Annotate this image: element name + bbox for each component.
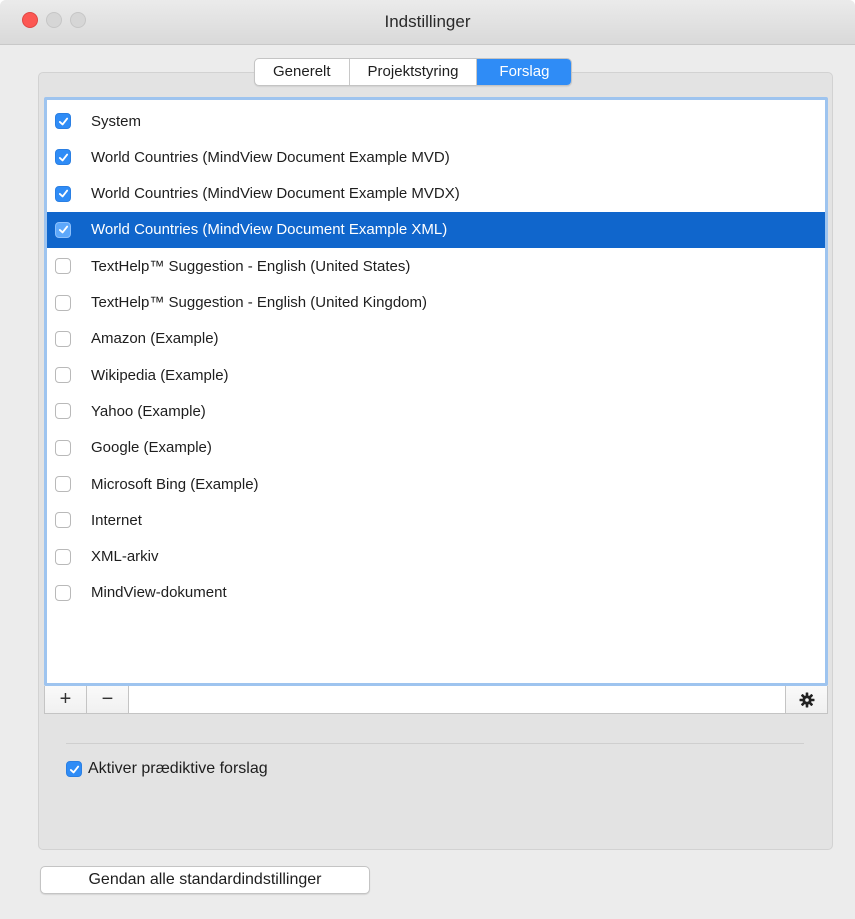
source-list-item[interactable]: Microsoft Bing (Example): [47, 466, 825, 502]
source-list-item[interactable]: Amazon (Example): [47, 321, 825, 357]
source-label: Amazon (Example): [91, 330, 219, 348]
source-label: Google (Example): [91, 439, 212, 457]
source-checkbox[interactable]: [55, 476, 71, 492]
source-label: Wikipedia (Example): [91, 366, 229, 384]
source-settings-button[interactable]: [785, 686, 827, 713]
source-list-item[interactable]: XML-arkiv: [47, 539, 825, 575]
source-list-item[interactable]: Yahoo (Example): [47, 393, 825, 429]
source-checkbox[interactable]: [55, 367, 71, 384]
source-checkbox[interactable]: [55, 512, 71, 529]
source-list-item[interactable]: Google (Example): [47, 430, 825, 466]
source-checkbox[interactable]: [55, 330, 71, 347]
title-bar: Indstillinger: [0, 0, 855, 45]
source-list-item[interactable]: World Countries (MindView Document Examp…: [47, 211, 825, 248]
source-list-item[interactable]: Internet: [47, 502, 825, 538]
source-checkbox[interactable]: [55, 403, 71, 420]
source-label: XML-arkiv: [91, 548, 159, 566]
source-list-item[interactable]: World Countries (MindView Document Examp…: [47, 176, 825, 212]
checkmark-icon: [69, 765, 79, 773]
checkmark-icon: [58, 117, 68, 125]
checkmark-icon: [58, 189, 68, 198]
source-checkbox[interactable]: [55, 113, 71, 129]
source-label: Internet: [91, 511, 142, 529]
source-checkbox[interactable]: [55, 439, 71, 456]
predictive-suggestions-checkbox[interactable]: [66, 761, 82, 777]
source-label: World Countries (MindView Document Examp…: [91, 221, 448, 239]
tab-projektstyring[interactable]: Projektstyring: [350, 59, 478, 85]
source-list-item[interactable]: TextHelp™ Suggestion - English (United S…: [47, 248, 825, 284]
gear-icon: [799, 692, 814, 707]
source-checkbox[interactable]: [55, 221, 71, 238]
tab-bar: Generelt Projektstyring Forslag: [254, 58, 573, 86]
restore-defaults-button[interactable]: Gendan alle standardindstillinger: [40, 866, 370, 894]
source-label: Yahoo (Example): [91, 402, 206, 420]
predictive-suggestions-label: Aktiver prædiktive forslag: [88, 760, 268, 777]
source-label: World Countries (MindView Document Examp…: [91, 148, 450, 166]
add-source-button[interactable]: +: [45, 686, 87, 713]
tab-generelt[interactable]: Generelt: [255, 59, 350, 85]
source-checkbox[interactable]: [55, 294, 71, 311]
preferences-window: Indstillinger Generelt Projektstyring Fors…: [0, 0, 855, 919]
source-label: TextHelp™ Suggestion - English (United K…: [91, 294, 427, 311]
suggestion-sources-list[interactable]: System World Countries (MindView Document…: [44, 97, 828, 686]
source-checkbox[interactable]: [55, 584, 71, 601]
window-title: Indstillinger: [384, 12, 471, 31]
list-toolbar: + −: [44, 686, 828, 714]
source-checkbox[interactable]: [55, 258, 71, 275]
source-label: TextHelp™ Suggestion - English (United S…: [91, 257, 411, 275]
source-checkbox[interactable]: [55, 149, 71, 166]
source-list-item[interactable]: Wikipedia (Example): [47, 357, 825, 393]
source-label: Microsoft Bing (Example): [91, 475, 259, 493]
section-divider: [66, 743, 804, 744]
tab-forslag[interactable]: Forslag: [477, 59, 572, 85]
source-list-item[interactable]: System: [47, 103, 825, 139]
source-label: MindView-dokument: [91, 584, 227, 602]
source-label: System: [91, 112, 142, 130]
remove-source-button[interactable]: −: [87, 686, 129, 713]
checkmark-icon: [58, 226, 68, 234]
source-checkbox[interactable]: [55, 185, 71, 202]
source-label: World Countries (MindView Document Examp…: [91, 185, 460, 203]
source-list-item[interactable]: TextHelp™ Suggestion - English (United K…: [47, 285, 825, 321]
predictive-suggestions-option[interactable]: Aktiver prædiktive forslag: [66, 758, 268, 780]
source-checkbox[interactable]: [55, 548, 71, 565]
source-list-item[interactable]: MindView-dokument: [47, 575, 825, 611]
source-list-item[interactable]: World Countries (MindView Document Examp…: [47, 139, 825, 175]
checkmark-icon: [58, 153, 68, 162]
